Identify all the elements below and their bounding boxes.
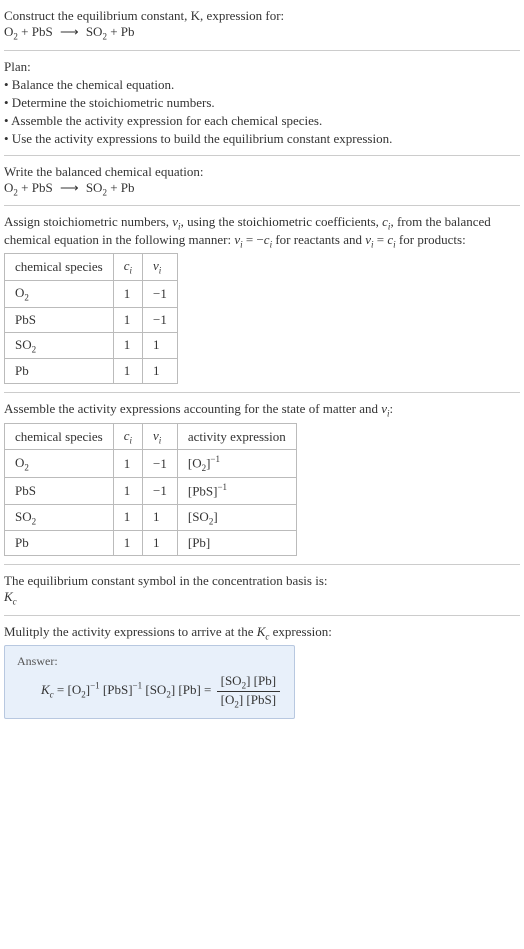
intro-line: Construct the equilibrium constant, K, e… xyxy=(4,8,520,24)
intro-section: Construct the equilibrium constant, K, e… xyxy=(4,8,520,42)
multiply-text: Mulitply the activity expressions to arr… xyxy=(4,624,520,642)
answer-box: Answer: Kc = [O2]−1 [PbS]−1 [SO2] [Pb] =… xyxy=(4,645,295,718)
activity-table: chemical species ci νi activity expressi… xyxy=(4,423,297,556)
header-vi: νi xyxy=(143,254,178,281)
table-header-row: chemical species ci νi xyxy=(5,254,178,281)
cell-species: Pb xyxy=(5,359,114,384)
table-row: O2 1 −1 [O2]−1 xyxy=(5,450,297,478)
cell-expr: [O2]−1 xyxy=(177,450,296,478)
cell-ci: 1 xyxy=(113,280,142,307)
cell-vi: 1 xyxy=(143,504,178,531)
divider xyxy=(4,392,520,393)
balanced-title: Write the balanced chemical equation: xyxy=(4,164,520,180)
answer-lhs: Kc = [O2]−1 [PbS]−1 [SO2] [Pb] = xyxy=(41,682,215,697)
answer-label: Answer: xyxy=(17,654,282,669)
cell-species: PbS xyxy=(5,307,114,332)
cell-vi: 1 xyxy=(143,332,178,359)
cell-ci: 1 xyxy=(113,332,142,359)
header-species: chemical species xyxy=(5,254,114,281)
divider xyxy=(4,615,520,616)
cell-vi: 1 xyxy=(143,531,178,556)
plan-item: • Use the activity expressions to build … xyxy=(4,131,520,147)
cell-expr: [SO2] xyxy=(177,504,296,531)
answer-frac-den: [O2] [PbS] xyxy=(217,692,280,710)
divider xyxy=(4,205,520,206)
header-expr: activity expression xyxy=(177,423,296,450)
cell-species: Pb xyxy=(5,531,114,556)
divider xyxy=(4,155,520,156)
cell-ci: 1 xyxy=(113,531,142,556)
cell-vi: 1 xyxy=(143,359,178,384)
table-row: O2 1 −1 xyxy=(5,280,178,307)
header-ci: ci xyxy=(113,423,142,450)
table-row: PbS 1 −1 [PbS]−1 xyxy=(5,478,297,504)
cell-expr: [Pb] xyxy=(177,531,296,556)
cell-expr: [PbS]−1 xyxy=(177,478,296,504)
cell-vi: −1 xyxy=(143,280,178,307)
table-header-row: chemical species ci νi activity expressi… xyxy=(5,423,297,450)
plan-title: Plan: xyxy=(4,59,520,75)
intro-equation: O2 + PbS ⟶ SO2 + Pb xyxy=(4,24,520,42)
header-vi: νi xyxy=(143,423,178,450)
stoich-table: chemical species ci νi O2 1 −1 PbS 1 −1 … xyxy=(4,253,178,384)
plan-item: • Assemble the activity expression for e… xyxy=(4,113,520,129)
stoich-text: Assign stoichiometric numbers, νi, using… xyxy=(4,214,520,249)
header-species: chemical species xyxy=(5,423,114,450)
table-row: PbS 1 −1 xyxy=(5,307,178,332)
cell-species: O2 xyxy=(5,450,114,478)
header-ci: ci xyxy=(113,254,142,281)
cell-species: O2 xyxy=(5,280,114,307)
cell-species: SO2 xyxy=(5,332,114,359)
plan-item: • Determine the stoichiometric numbers. xyxy=(4,95,520,111)
cell-vi: −1 xyxy=(143,478,178,504)
table-row: SO2 1 1 [SO2] xyxy=(5,504,297,531)
plan-item: • Balance the chemical equation. xyxy=(4,77,520,93)
cell-ci: 1 xyxy=(113,478,142,504)
cell-ci: 1 xyxy=(113,307,142,332)
divider xyxy=(4,564,520,565)
cell-vi: −1 xyxy=(143,307,178,332)
plan-section: Plan: • Balance the chemical equation. •… xyxy=(4,59,520,147)
table-row: Pb 1 1 xyxy=(5,359,178,384)
answer-expression: Kc = [O2]−1 [PbS]−1 [SO2] [Pb] = [SO2] [… xyxy=(41,673,282,709)
table-row: Pb 1 1 [Pb] xyxy=(5,531,297,556)
kc-symbol: Kc xyxy=(4,589,520,607)
answer-fraction: [SO2] [Pb] [O2] [PbS] xyxy=(217,673,280,709)
cell-species: PbS xyxy=(5,478,114,504)
activity-title: Assemble the activity expressions accoun… xyxy=(4,401,520,419)
table-row: SO2 1 1 xyxy=(5,332,178,359)
activity-section: Assemble the activity expressions accoun… xyxy=(4,401,520,556)
kc-basis-section: The equilibrium constant symbol in the c… xyxy=(4,573,520,607)
balanced-section: Write the balanced chemical equation: O2… xyxy=(4,164,520,198)
multiply-section: Mulitply the activity expressions to arr… xyxy=(4,624,520,642)
answer-frac-num: [SO2] [Pb] xyxy=(217,673,280,692)
plan-list: • Balance the chemical equation. • Deter… xyxy=(4,77,520,147)
cell-ci: 1 xyxy=(113,504,142,531)
divider xyxy=(4,50,520,51)
kc-basis-text: The equilibrium constant symbol in the c… xyxy=(4,573,520,589)
stoich-section: Assign stoichiometric numbers, νi, using… xyxy=(4,214,520,384)
cell-vi: −1 xyxy=(143,450,178,478)
cell-ci: 1 xyxy=(113,450,142,478)
cell-ci: 1 xyxy=(113,359,142,384)
cell-species: SO2 xyxy=(5,504,114,531)
balanced-equation: O2 + PbS ⟶ SO2 + Pb xyxy=(4,180,520,198)
